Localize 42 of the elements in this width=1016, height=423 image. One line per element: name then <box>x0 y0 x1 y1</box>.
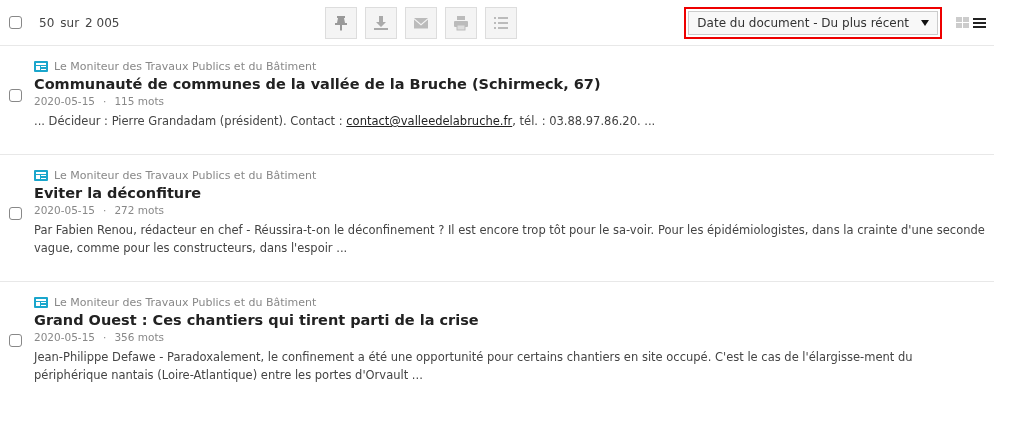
word-count: 356 mots <box>114 331 164 343</box>
result-snippet: Jean-Philippe Defawe - Paradoxalement, le confinement a été une opportunité pour certains chantiers en site occupé. C'est le cas de l'élargisse-ment du périphérique nantais (Loire-Atlantique) entre les portes d'Orvault ... <box>34 349 914 384</box>
print-button[interactable] <box>445 6 478 39</box>
result-date: 2020-05-15 <box>34 95 96 107</box>
newspaper-icon <box>34 61 48 72</box>
count-separator: sur <box>60 15 80 30</box>
result-checkbox[interactable] <box>9 206 22 220</box>
grid-view-icon[interactable] <box>956 16 969 29</box>
result-date: 2020-05-15 <box>34 204 96 216</box>
mail-button[interactable] <box>405 6 438 39</box>
print-icon <box>453 14 470 31</box>
pin-icon <box>333 14 350 31</box>
source-name: Le Moniteur des Travaux Publics et du Bâtiment <box>54 60 317 73</box>
download-icon <box>373 14 390 31</box>
list-button[interactable] <box>485 6 518 39</box>
result-title[interactable]: Communauté de communes de la vallée de la Bruche (Schirmeck, 67) <box>34 76 656 92</box>
sort-dropdown[interactable]: Date du document - Du plus récent <box>688 10 938 35</box>
separator-dot: · <box>103 95 107 107</box>
separator-dot: · <box>103 204 107 216</box>
newspaper-icon <box>34 170 48 181</box>
source-name: Le Moniteur des Travaux Publics et du Bâtiment <box>54 169 317 182</box>
word-count: 115 mots <box>114 95 164 107</box>
word-count: 272 mots <box>114 204 164 216</box>
source-name: Le Moniteur des Travaux Publics et du Bâtiment <box>54 296 317 309</box>
result-title[interactable]: Eviter la déconfiture <box>34 185 989 201</box>
result-snippet: ... Décideur : Pierre Grandadam (président). Contact : contact@valleedelabruche.fr, tél. : 03.88.97.86.20. ... <box>34 113 656 130</box>
list-icon <box>493 14 510 31</box>
download-button[interactable] <box>365 6 398 39</box>
select-all-checkbox[interactable] <box>9 16 22 29</box>
result-date: 2020-05-15 <box>34 331 96 343</box>
pin-button[interactable] <box>325 6 358 39</box>
result-checkbox[interactable] <box>9 333 22 347</box>
list-view-icon[interactable] <box>973 16 986 29</box>
caret-icon <box>921 19 929 26</box>
newspaper-icon <box>34 297 48 308</box>
result-total: 2 005 <box>85 15 120 30</box>
separator-dot: · <box>103 331 107 343</box>
result-count: 50 <box>39 15 55 30</box>
result-checkbox[interactable] <box>9 88 22 102</box>
result-title[interactable]: Grand Ouest : Ces chantiers qui tirent parti de la crise <box>34 312 989 328</box>
result-snippet: Par Fabien Renou, rédacteur en chef - Réussira-t-on le déconfinement ? Il est encore trop tôt pour le sa-voir. Pour les épidémiologistes, dans la crainte d'une seconde vague, comme pour les constructeurs, dans l'espoir ... <box>34 222 986 257</box>
email-link[interactable]: contact@valleedelabruche.fr <box>346 114 513 128</box>
